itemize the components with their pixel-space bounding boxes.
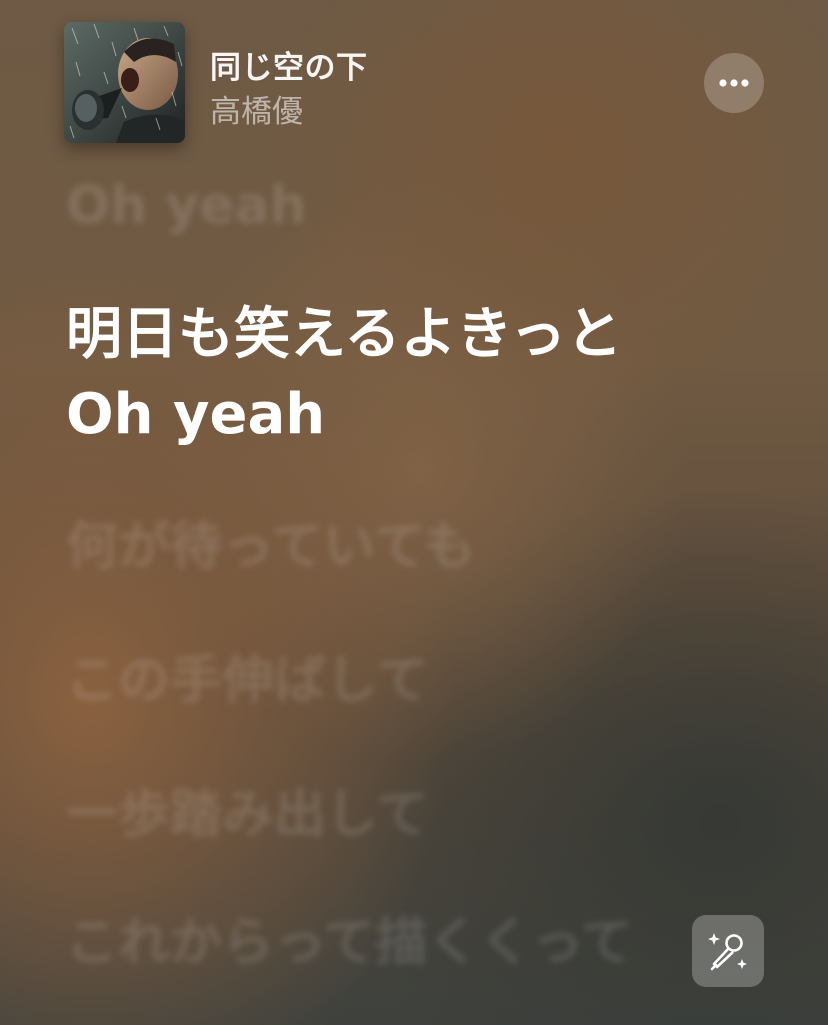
ellipsis-icon bbox=[719, 79, 749, 87]
lyric-line-upcoming[interactable]: この手伸ばして bbox=[66, 650, 428, 712]
album-artwork[interactable] bbox=[64, 22, 185, 143]
lyric-line-upcoming[interactable]: 何が待っていても bbox=[66, 516, 475, 578]
lyric-line-upcoming[interactable]: 一歩踏み出して bbox=[66, 784, 428, 846]
artist-name[interactable]: 高橋優 bbox=[210, 86, 303, 131]
song-title[interactable]: 同じ空の下 bbox=[210, 42, 368, 87]
sing-mode-button[interactable] bbox=[692, 915, 764, 987]
more-options-button[interactable] bbox=[704, 53, 764, 113]
lyric-line-current-text-2: Oh yeah bbox=[66, 382, 326, 447]
album-artwork-image bbox=[64, 22, 185, 143]
lyric-line-current[interactable]: 明日も笑えるよきっと Oh yeah bbox=[66, 295, 622, 455]
now-playing-header: 同じ空の下 高橋優 bbox=[64, 22, 764, 144]
lyric-line-upcoming[interactable]: これからって描くくって bbox=[66, 912, 633, 974]
microphone-sparkles-icon bbox=[708, 933, 747, 971]
lyric-line-current-text-1: 明日も笑えるよきっと bbox=[66, 302, 623, 367]
lyric-line-previous[interactable]: Oh yeah bbox=[66, 175, 307, 237]
